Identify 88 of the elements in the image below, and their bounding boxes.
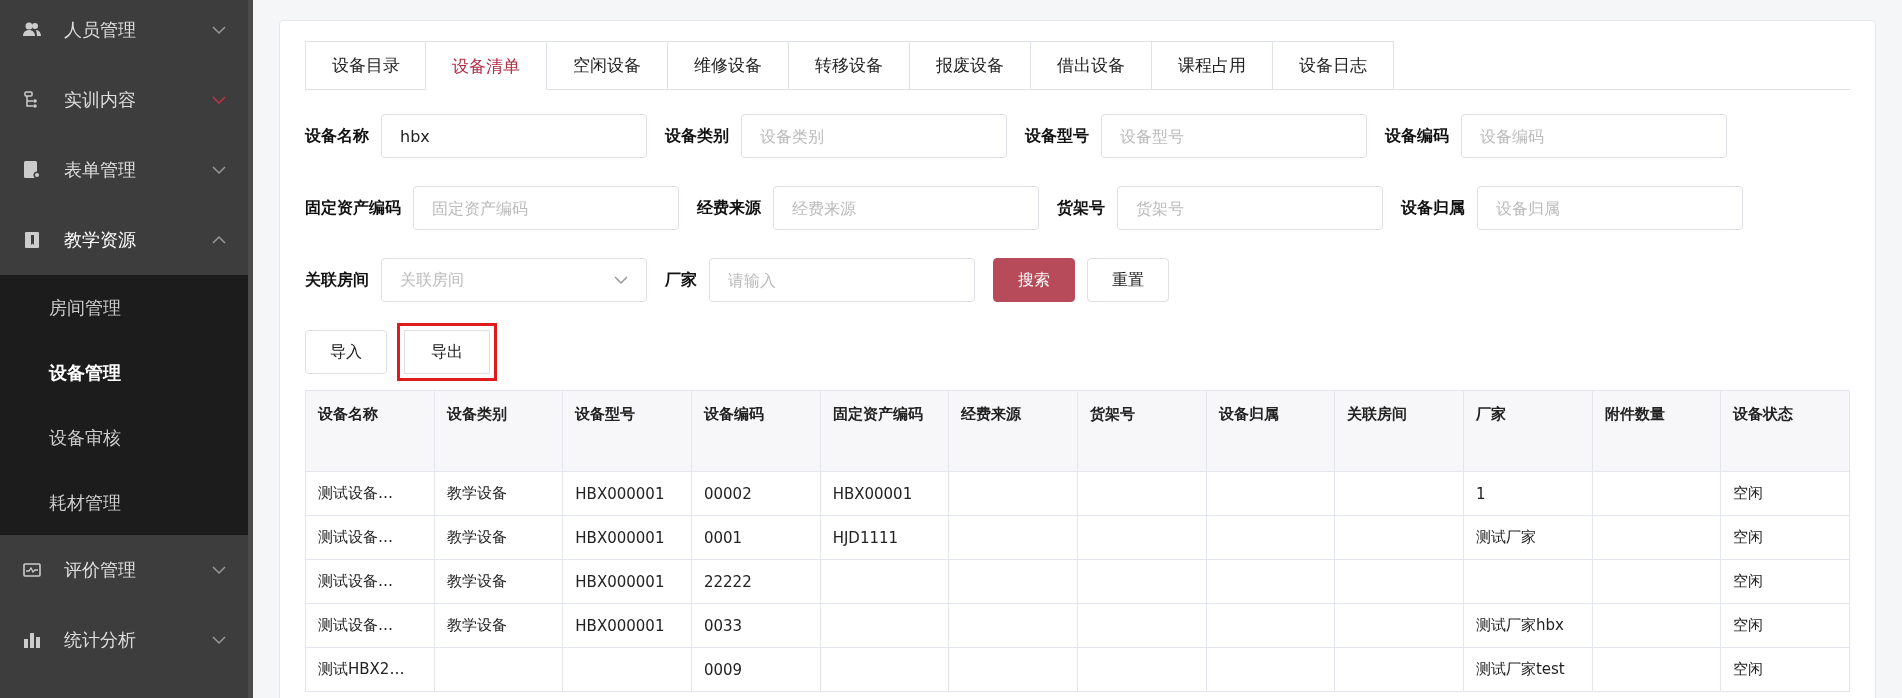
table-cell-text: 教学设备 bbox=[446, 528, 508, 547]
input-field[interactable]: 设备编码 bbox=[1461, 114, 1727, 158]
table-cell-text: 测试HBX2… bbox=[318, 660, 406, 679]
submenu-item[interactable]: 耗材管理 bbox=[0, 470, 248, 535]
table-cell-text: 空闲 bbox=[1733, 660, 1765, 679]
table-cell-text: 测试厂家test bbox=[1475, 660, 1566, 679]
table-cell-text: 空闲 bbox=[1733, 616, 1765, 635]
input-field[interactable]: 经费来源 bbox=[773, 186, 1039, 230]
table-cell-text: 教学设备 bbox=[446, 484, 508, 503]
form-icon bbox=[22, 160, 42, 180]
bars-icon bbox=[22, 630, 42, 650]
column-header: 设备编码 bbox=[703, 405, 765, 424]
column-header: 设备状态 bbox=[1733, 405, 1795, 424]
sidebar-menu-item[interactable]: 表单管理 bbox=[0, 135, 248, 205]
table-cell-text: 空闲 bbox=[1733, 484, 1765, 503]
submenu-item[interactable]: 设备管理 bbox=[0, 340, 248, 405]
tab[interactable]: 维修设备 bbox=[668, 41, 789, 89]
field-label: 设备类别 bbox=[665, 125, 729, 147]
table-cell-text: 空闲 bbox=[1733, 572, 1765, 591]
submenu-item[interactable]: 设备审核 bbox=[0, 405, 248, 470]
tab[interactable]: 转移设备 bbox=[789, 41, 910, 89]
tab[interactable]: 空闲设备 bbox=[547, 41, 668, 89]
column-header: 设备名称 bbox=[318, 405, 379, 424]
book-icon bbox=[22, 230, 42, 250]
input-field[interactable]: 设备归属 bbox=[1477, 186, 1743, 230]
action-button[interactable]: 导入 bbox=[305, 330, 387, 374]
input-field[interactable]: 货架号 bbox=[1117, 186, 1383, 230]
input-field[interactable]: 请输入 bbox=[709, 258, 975, 302]
table-cell-text: 空闲 bbox=[1733, 528, 1765, 547]
column-header: 设备归属 bbox=[1218, 405, 1280, 424]
table-cell-text: HBX00001 bbox=[832, 484, 914, 503]
field-label: 设备名称 bbox=[305, 125, 369, 147]
table-cell-text: 测试设备… bbox=[318, 616, 394, 635]
field-label: 设备型号 bbox=[1025, 125, 1089, 147]
tab[interactable]: 课程占用 bbox=[1152, 41, 1273, 89]
field-label: 经费来源 bbox=[697, 197, 761, 219]
sidebar-menu-item[interactable]: 统计分析 bbox=[0, 605, 248, 675]
table-cell-text: 测试厂家 bbox=[1475, 528, 1537, 547]
table-cell-text: 0001 bbox=[703, 528, 744, 547]
column-header: 厂家 bbox=[1475, 405, 1507, 424]
column-header: 附件数量 bbox=[1604, 405, 1666, 424]
monitor-icon bbox=[22, 560, 42, 580]
search-button[interactable]: 搜索 bbox=[993, 258, 1075, 302]
tab[interactable]: 报废设备 bbox=[910, 41, 1031, 89]
field-label: 固定资产编码 bbox=[305, 197, 401, 219]
field-label: 关联房间 bbox=[305, 269, 369, 291]
column-header: 设备类别 bbox=[446, 405, 508, 424]
input-field[interactable]: hbx bbox=[381, 114, 647, 158]
table-cell-text: 测试设备… bbox=[318, 484, 394, 503]
table-cell-text: 教学设备 bbox=[446, 572, 508, 591]
column-header: 关联房间 bbox=[1347, 405, 1409, 424]
tab[interactable]: 设备目录 bbox=[305, 41, 426, 89]
column-header: 设备型号 bbox=[575, 405, 637, 424]
table-cell-text: 测试设备… bbox=[318, 572, 394, 591]
tab[interactable]: 设备日志 bbox=[1273, 41, 1394, 89]
table-cell-text: 测试设备… bbox=[318, 528, 394, 547]
input-field[interactable]: 设备类别 bbox=[741, 114, 1007, 158]
chevron-icon bbox=[614, 275, 628, 285]
input-field[interactable]: 设备型号 bbox=[1101, 114, 1367, 158]
submenu-item[interactable]: 房间管理 bbox=[0, 275, 248, 340]
column-header: 固定资产编码 bbox=[832, 405, 924, 424]
sidebar-menu-item[interactable]: 实训内容 bbox=[0, 65, 248, 135]
column-header: 经费来源 bbox=[961, 405, 1023, 424]
table-cell-text: HBX000001 bbox=[575, 616, 666, 635]
sidebar-menu-item[interactable]: 人员管理 bbox=[0, 0, 248, 65]
table-cell-text: 测试厂家hbx bbox=[1475, 616, 1565, 635]
field-label: 设备编码 bbox=[1385, 125, 1449, 147]
column-header: 货架号 bbox=[1089, 405, 1136, 424]
table-cell-text: HJD1111 bbox=[832, 528, 900, 547]
reset-button[interactable]: 重置 bbox=[1087, 258, 1169, 302]
table-cell-text: 0033 bbox=[703, 616, 744, 635]
field-label: 货架号 bbox=[1057, 197, 1105, 219]
input-field[interactable]: 固定资产编码 bbox=[413, 186, 679, 230]
tab[interactable]: 设备清单 bbox=[426, 41, 547, 90]
sidebar-menu-item[interactable]: 评价管理 bbox=[0, 535, 248, 605]
table-cell-text: HBX000001 bbox=[575, 484, 666, 503]
field-label: 设备归属 bbox=[1401, 197, 1465, 219]
table-cell-text: 22222 bbox=[703, 572, 753, 591]
table-cell-text: 1 bbox=[1475, 484, 1487, 503]
action-button[interactable]: 导出 bbox=[397, 323, 497, 381]
field-label: 厂家 bbox=[665, 269, 697, 291]
table-cell-text: 教学设备 bbox=[446, 616, 508, 635]
table-cell-text: HBX000001 bbox=[575, 572, 666, 591]
table-cell-text: HBX000001 bbox=[575, 528, 666, 547]
sidebar-menu-item[interactable]: 教学资源 bbox=[0, 205, 248, 275]
tab[interactable]: 借出设备 bbox=[1031, 41, 1152, 89]
table-cell-text: 0009 bbox=[703, 660, 744, 679]
table-cell-text: 00002 bbox=[703, 484, 753, 503]
